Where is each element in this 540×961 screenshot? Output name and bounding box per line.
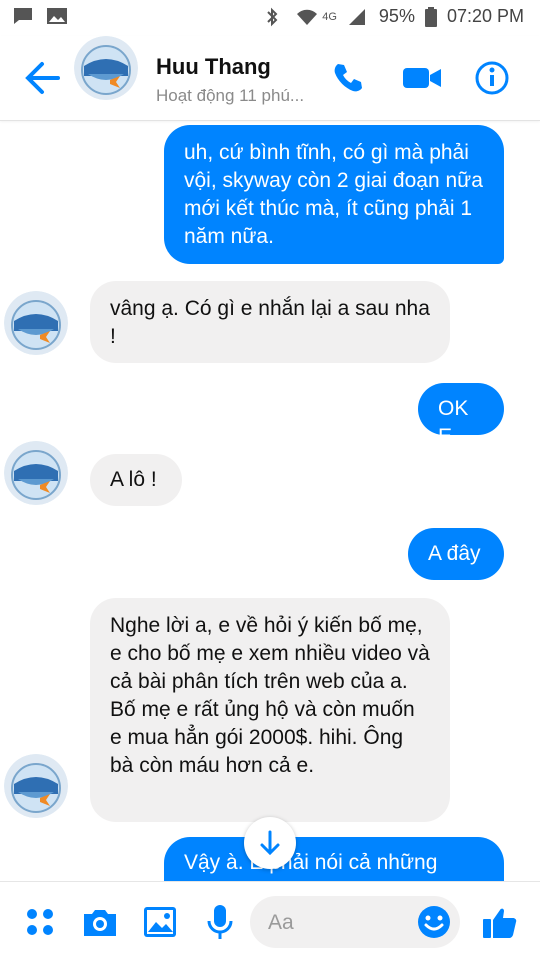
incoming-message[interactable]: Nghe lời a, e về hỏi ý kiến bố mẹ, e cho… [90,598,450,822]
gallery-button[interactable] [140,902,180,942]
message-composer [0,881,540,961]
contact-active-status: Hoạt động 11 phú... [156,86,305,105]
voice-message-button[interactable] [200,902,240,942]
incoming-message[interactable]: vâng ạ. Có gì e nhắn lại a sau nha ! [90,281,450,363]
message-input[interactable] [266,908,410,938]
back-button[interactable] [22,58,62,98]
message-notification-icon [12,6,34,26]
emoji-icon [418,906,450,938]
emoji-button[interactable] [414,902,454,942]
contact-avatar[interactable] [4,754,68,818]
gallery-icon [144,907,176,937]
scroll-to-bottom-button[interactable] [244,817,296,869]
like-icon [483,908,517,938]
arrow-down-icon [260,830,280,856]
contact-avatar[interactable] [4,291,68,355]
conversation-info-button[interactable] [474,60,510,96]
message-input-container[interactable] [250,896,460,948]
bluetooth-icon [264,7,286,27]
signal-icon [347,7,369,27]
contact-avatar[interactable] [4,441,68,505]
contact-avatar[interactable] [74,36,138,100]
info-icon [475,61,509,95]
outgoing-message[interactable]: uh, cứ bình tĩnh, có gì mà phải vội, sky… [164,125,504,264]
contact-name: Huu Thang [156,54,271,79]
conversation-header: Huu Thang Hoạt động 11 phú... [0,36,540,121]
battery-icon [424,6,437,27]
camera-button[interactable] [80,902,120,942]
battery-percent: 95% [378,6,415,26]
camera-icon [84,910,116,936]
phone-icon [334,64,362,92]
image-notification-icon [46,6,68,26]
outgoing-message[interactable]: Vậy à. E phải nói cả những [164,837,504,881]
video-call-button[interactable] [402,60,442,96]
more-apps-icon [27,909,53,935]
microphone-icon [207,905,233,939]
video-camera-icon [403,68,441,88]
network-type: 4G [322,10,337,23]
message-list[interactable]: uh, cứ bình tĩnh, có gì mà phải vội, sky… [0,121,540,881]
more-apps-button[interactable] [20,902,60,942]
clock: 07:20 PM [446,6,524,26]
incoming-message[interactable]: A lô ! [90,454,182,506]
outgoing-message[interactable]: OK E [418,383,504,448]
back-arrow-icon [25,62,60,94]
status-bar: 4G 95% 07:20 PM [0,0,540,36]
like-button[interactable] [480,902,520,942]
wifi-icon [296,7,318,27]
outgoing-message[interactable]: A đây [408,528,504,580]
voice-call-button[interactable] [330,60,366,96]
